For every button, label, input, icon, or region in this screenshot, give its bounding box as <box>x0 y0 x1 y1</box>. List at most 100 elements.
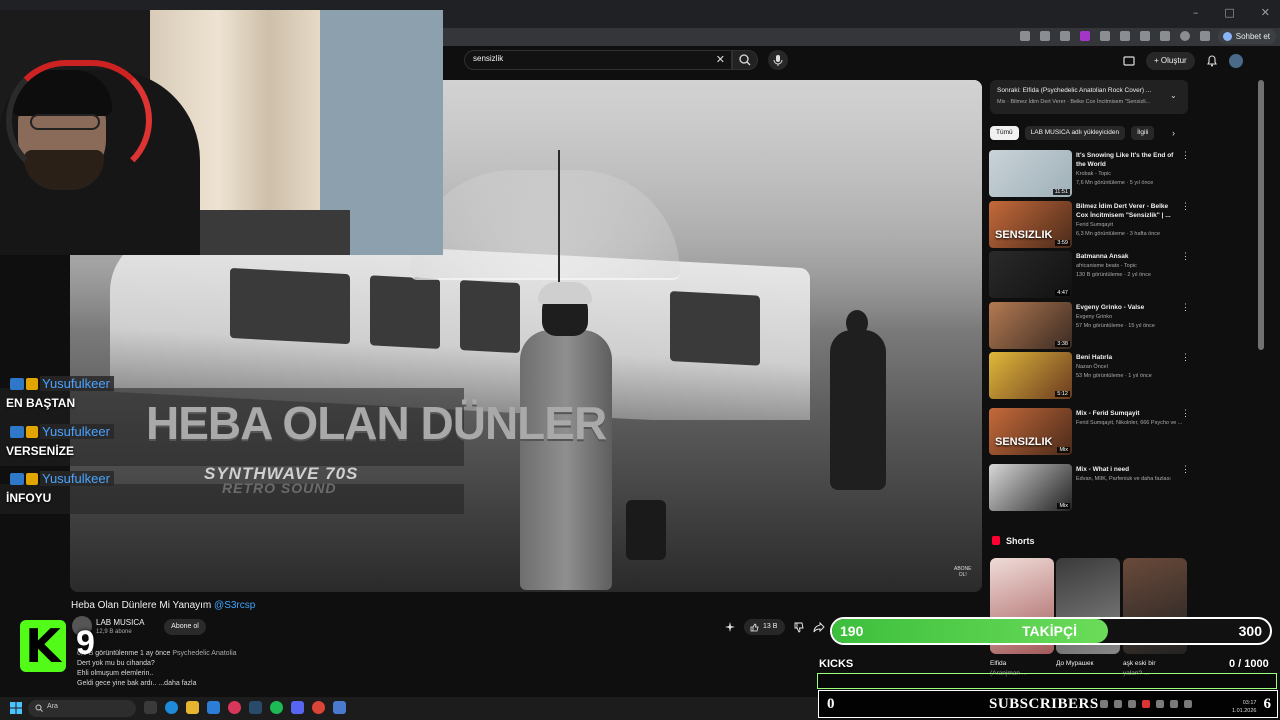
puzzle-icon[interactable] <box>1120 31 1130 41</box>
recommendation-thumbnail[interactable]: 11:51 <box>989 150 1072 197</box>
more-options-icon[interactable]: ⋮ <box>1181 352 1190 363</box>
avatar[interactable] <box>1228 54 1243 68</box>
more-options-icon[interactable]: ⋮ <box>1181 302 1190 313</box>
recommendation-channel[interactable]: Nazan Öncel <box>1076 364 1108 370</box>
edge-icon[interactable] <box>165 701 178 714</box>
recommendation-thumbnail[interactable]: 5:12 <box>989 352 1072 399</box>
task-view-icon[interactable] <box>144 701 157 714</box>
windows-start-icon[interactable] <box>10 702 22 714</box>
chat-button[interactable]: Sohbet et <box>1217 29 1276 44</box>
chat-username[interactable]: Yusufulkeer <box>40 424 114 439</box>
close-icon[interactable]: ✕ <box>1261 6 1270 19</box>
clear-search-icon[interactable]: ✕ <box>716 54 725 66</box>
recommendation-title[interactable]: Mix - Ferid Sumqayit <box>1076 409 1178 418</box>
recommendation-thumbnail[interactable]: 4:47 <box>989 251 1072 298</box>
short-title[interactable]: Elfida <box>990 660 1006 667</box>
short-title[interactable]: До Мурашек <box>1056 660 1093 667</box>
recommendation-title[interactable]: It's Snowing Like It's the End of the Wo… <box>1076 151 1178 169</box>
tray-icon[interactable] <box>1156 700 1164 708</box>
taskbar-search[interactable] <box>28 700 136 717</box>
short-title[interactable]: aşk eski bir <box>1123 660 1156 667</box>
more-options-icon[interactable]: ⋮ <box>1181 464 1190 475</box>
recommendation-item[interactable]: SENSIZLIK Mix Mix - Ferid Sumqayit Ferid Su… <box>989 408 1190 458</box>
file-explorer-icon[interactable] <box>186 701 199 714</box>
recommendation-item[interactable]: Mix Mix - What i need Edvan, MIIK, Parfeni… <box>989 464 1190 514</box>
recommendation-title[interactable]: Evgeny Grinko - Valse <box>1076 303 1178 312</box>
recommendation-channel[interactable]: Evgeny Grinko <box>1076 314 1112 320</box>
chip-uploader[interactable]: LAB MUSICA adlı yükleyiciden <box>1024 126 1126 140</box>
subscribe-button[interactable]: Abone ol <box>164 619 206 635</box>
recommendation-channel[interactable]: africanisme beats - Topic <box>1076 263 1137 269</box>
recommendation-item[interactable]: 11:51 It's Snowing Like It's the End of t… <box>989 150 1190 200</box>
tray-icon[interactable] <box>1100 700 1108 708</box>
spotify-icon[interactable] <box>270 701 283 714</box>
app-icon[interactable] <box>228 701 241 714</box>
wifi-icon[interactable] <box>1170 700 1178 708</box>
store-icon[interactable] <box>207 701 220 714</box>
recommendation-title[interactable]: Batmanna Ansak <box>1076 252 1178 261</box>
recommendation-title[interactable]: Mix - What i need <box>1076 465 1178 474</box>
share-icon[interactable] <box>813 621 826 633</box>
more-options-icon[interactable]: ⋮ <box>1181 408 1190 419</box>
scrollbar[interactable] <box>1258 80 1264 350</box>
more-options-icon[interactable]: ⋮ <box>1181 150 1190 161</box>
voice-search-button[interactable] <box>768 50 788 70</box>
recommendation-channel[interactable]: Krobak - Topic <box>1076 171 1111 177</box>
search-input[interactable] <box>473 54 703 63</box>
extension-icon[interactable] <box>1020 31 1030 41</box>
description-tag[interactable]: Psychedelic Anatolia <box>172 650 236 657</box>
chip-all[interactable]: Tümü <box>990 126 1019 140</box>
show-more-link[interactable]: ...daha fazla <box>158 680 196 687</box>
search-box[interactable]: ✕ <box>464 50 732 70</box>
recommendation-item[interactable]: 5:12 Beni Hatırla Nazan Öncel 53 Mn görüntü… <box>989 352 1190 402</box>
recommendation-channel[interactable]: Edvan, MIIK, Parfeniuk ve daha fazlası <box>1076 476 1171 482</box>
video-title-tag[interactable]: @S3rcsp <box>214 600 255 611</box>
menu-dots-icon[interactable] <box>1200 31 1210 41</box>
recommendation-channel[interactable]: Ferid Sumqayit, Nikolnler, 666 Psycho ve… <box>1076 420 1182 426</box>
create-button[interactable]: + Oluştur <box>1146 52 1195 70</box>
cast-icon[interactable] <box>1122 54 1136 68</box>
like-button[interactable]: 13 B <box>744 619 786 635</box>
extension-icon[interactable] <box>1060 31 1070 41</box>
tray-icon[interactable] <box>1142 700 1150 708</box>
search-button[interactable] <box>732 50 758 70</box>
steam-icon[interactable] <box>249 701 262 714</box>
maximize-icon[interactable]: □ <box>1224 6 1234 19</box>
app-icon[interactable] <box>333 701 346 714</box>
recommendation-title[interactable]: Beni Hatırla <box>1076 353 1178 362</box>
up-next-panel[interactable] <box>990 80 1188 114</box>
recommendation-channel[interactable]: Ferid Sumqayit <box>1076 222 1113 228</box>
chip-related[interactable]: İlgili <box>1131 126 1155 140</box>
bookmarks-icon[interactable] <box>1140 31 1150 41</box>
chevron-down-icon[interactable]: ⌄ <box>1170 91 1177 100</box>
tray-icon[interactable] <box>1114 700 1122 708</box>
chat-username[interactable]: Yusufulkeer <box>40 471 114 486</box>
star-icon[interactable] <box>1040 31 1050 41</box>
recommendation-thumbnail[interactable]: Mix <box>989 464 1072 511</box>
download-icon[interactable] <box>1160 31 1170 41</box>
minimize-icon[interactable]: – <box>1193 6 1199 19</box>
chrome-icon[interactable] <box>312 701 325 714</box>
recommendation-item[interactable]: 3:38 Evgeny Grinko - Valse Evgeny Grinko 57… <box>989 302 1190 352</box>
recommendation-thumbnail[interactable]: SENSIZLIK 3:59 <box>989 201 1072 248</box>
extension-icon[interactable] <box>1100 31 1110 41</box>
bell-icon[interactable] <box>1205 54 1219 68</box>
chat-username[interactable]: Yusufulkeer <box>40 376 114 391</box>
chevron-right-icon[interactable]: › <box>1172 128 1175 138</box>
more-options-icon[interactable]: ⋮ <box>1181 251 1190 262</box>
discord-icon[interactable] <box>291 701 304 714</box>
thumbs-down-icon[interactable] <box>793 621 805 633</box>
recommendation-thumbnail[interactable]: 3:38 <box>989 302 1072 349</box>
recommendation-thumbnail[interactable]: SENSIZLIK Mix <box>989 408 1072 455</box>
more-options-icon[interactable]: ⋮ <box>1181 201 1190 212</box>
tray-icon[interactable] <box>1128 700 1136 708</box>
profile-icon[interactable] <box>1180 31 1190 41</box>
extension-icon[interactable] <box>1080 31 1090 41</box>
channel-name[interactable]: LAB MUSICA <box>96 618 144 627</box>
taskbar-clock[interactable]: 03:17 1.01.2026 <box>1232 699 1256 715</box>
recommendation-item[interactable]: SENSIZLIK 3:59 Bilmez İdim Dert Verer - Be… <box>989 201 1190 251</box>
recommendation-title[interactable]: Bilmez İdim Dert Verer - Belke Cox İncit… <box>1076 202 1178 220</box>
volume-icon[interactable] <box>1184 700 1192 708</box>
gemini-icon[interactable] <box>724 621 736 633</box>
recommendation-item[interactable]: 4:47 Batmanna Ansak africanisme beats - To… <box>989 251 1190 301</box>
